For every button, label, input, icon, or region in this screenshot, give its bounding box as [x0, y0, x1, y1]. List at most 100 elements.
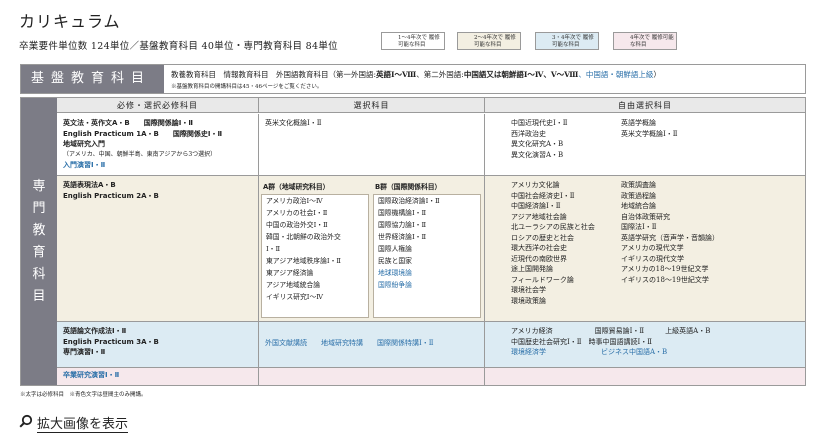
course-line: 地域研究入門 — [63, 140, 105, 148]
course-line: イギリスの現代文学 — [621, 254, 684, 263]
course-line: 異文化研究A・B — [511, 140, 564, 148]
course-line: ビジネス中国語A・B — [601, 348, 668, 356]
course-line: 入門演習Ⅰ・Ⅱ — [63, 161, 106, 169]
kiso-text-a: 教養教育科目 情報教育科目 外国語教育科目（第一外国語: — [171, 70, 377, 79]
group-b-title: B群（国際関係科目） — [375, 183, 442, 191]
course-line: 政策調査論 — [621, 181, 656, 189]
row1-required: 英文法・英作文A・B 国際関係論Ⅰ・Ⅱ English Practicum 1A… — [57, 114, 259, 176]
legend-4: 4年次で 履修可能な科目 — [613, 31, 677, 51]
footnote: ※太字は必修科目 ※青色文字は昼間主のみ開講。 — [20, 392, 147, 398]
course-line: 英語学研究（音声学・音韻論） — [621, 233, 719, 242]
legend-3: 3・4年次で 履修可能な科目 — [535, 31, 599, 51]
course-line: アメリカの18～19世紀文学 — [621, 265, 709, 273]
course-line: 政策過程論 — [621, 191, 656, 200]
senmon-table: 専 門 教 育 科 目 必修・選択必修科目 選択科目 自由選択科目 英文法・英作… — [20, 97, 806, 386]
course-line: 環境経済学 — [511, 348, 546, 356]
kiso-text-b: 英語Ⅰ～Ⅷ — [376, 70, 417, 79]
course-line: 環境政策論 — [511, 296, 546, 305]
header-required: 必修・選択必修科目 — [57, 98, 259, 113]
course-line: アメリカの現代文学 — [621, 244, 684, 252]
course-line: イギリスの18～19世紀文学 — [621, 275, 709, 284]
course-line: 英語表現法A・B — [63, 181, 116, 189]
course-line: English Practicum 2A・B — [63, 191, 159, 200]
course-line: フィールドワーク論 — [511, 275, 574, 284]
search-icon — [19, 414, 37, 432]
senmon-char: 目 — [32, 288, 46, 304]
course-line: 途上国開発論 — [511, 265, 553, 273]
row4-free — [485, 368, 805, 385]
course-line: 英米文学概論Ⅰ・Ⅱ — [621, 129, 678, 138]
senmon-char: 専 — [32, 178, 46, 194]
course-line: 国際協力論Ⅰ・Ⅱ — [378, 221, 427, 229]
course-line: ロシアの歴史と社会 — [511, 233, 574, 242]
kiso-label: 基盤教育科目 — [21, 65, 164, 93]
course-line: 地球環境論 — [378, 269, 412, 277]
row2-free: アメリカ文化論 中国社会経済史Ⅰ・Ⅱ 中国経済論Ⅰ・Ⅱ アジア地域社会論 北ユー… — [485, 176, 805, 322]
course-line: 卒業研究演習Ⅰ・Ⅱ — [63, 371, 120, 379]
course-line: 韓国・北朝鮮の政治外交 — [266, 233, 341, 241]
kiso-text-c: 、第二外国語: — [416, 70, 464, 79]
course-line: 国際人権論 — [378, 245, 412, 253]
course-line: 異文化演習A・B — [511, 150, 564, 159]
kiso-courses: 教養教育科目 情報教育科目 外国語教育科目（第一外国語:英語Ⅰ～Ⅷ、第二外国語:… — [171, 69, 661, 80]
row4-required: 卒業研究演習Ⅰ・Ⅱ — [57, 368, 259, 385]
zoom-label[interactable]: 拡大画像を表示 — [37, 413, 129, 433]
course-line: 英文法・英作文A・B 国際関係論Ⅰ・Ⅱ — [63, 119, 193, 127]
kiso-text-f: ） — [653, 70, 661, 79]
course-line: アメリカの社会Ⅰ・Ⅱ — [266, 209, 328, 217]
senmon-label: 専 門 教 育 科 目 — [21, 98, 57, 385]
course-line: アメリカ文化論 — [511, 181, 560, 189]
course-line: 国際紛争論 — [378, 281, 412, 289]
course-line: 英米文化概論Ⅰ・Ⅱ — [265, 119, 322, 127]
course-line: （アメリカ、中国、朝鮮半島、東南アジアから3つ選択） — [63, 150, 217, 158]
group-b-box: 国際政治経済論Ⅰ・Ⅱ 国際機構論Ⅰ・Ⅱ 国際協力論Ⅰ・Ⅱ 世界経済論Ⅰ・Ⅱ 国際… — [373, 194, 481, 318]
course-line: 東アジア経済論 — [266, 269, 314, 277]
course-line: 英語論文作成法Ⅰ・Ⅱ — [63, 327, 127, 335]
row3-elective: 外国文献講読 地域研究特講 国際関係特講Ⅰ・Ⅱ — [259, 322, 485, 368]
course-line: 自治体政策研究 — [621, 212, 670, 221]
row3-required: 英語論文作成法Ⅰ・Ⅱ English Practicum 3A・B 専門演習Ⅰ・… — [57, 322, 259, 368]
legend-swatch: 1～4年次で 履修可能な科目 — [381, 32, 445, 50]
course-line: アジア地域社会論 — [511, 212, 567, 221]
course-line: 専門演習Ⅰ・Ⅱ — [63, 348, 106, 356]
course-line: 中国社会経済史Ⅰ・Ⅱ — [511, 191, 575, 200]
kiso-section: 基盤教育科目 教養教育科目 情報教育科目 外国語教育科目（第一外国語:英語Ⅰ～Ⅷ… — [20, 64, 806, 94]
course-line: 東アジア地域秩序論Ⅰ・Ⅱ — [266, 257, 342, 265]
course-line: 国際政治経済論Ⅰ・Ⅱ — [378, 197, 440, 205]
course-line: 地域統合論 — [621, 202, 656, 210]
course-line: 国際法Ⅰ・Ⅱ — [621, 223, 657, 231]
row4-elective — [259, 368, 485, 385]
course-line: アジア地域統合論 — [266, 281, 321, 289]
course-line: Ⅰ・Ⅱ — [266, 245, 281, 253]
row1-free: 中国近現代史Ⅰ・Ⅱ 西洋政治史 異文化研究A・B 異文化演習A・B 英語学概論 … — [485, 114, 805, 176]
course-line: English Practicum 1A・B 国際関係史Ⅰ・Ⅱ — [63, 129, 223, 138]
kiso-note: ※基盤教育科目の開講科目は45・46ページをご覧ください。 — [171, 84, 323, 90]
course-line: English Practicum 3A・B — [63, 337, 159, 346]
row3-free: アメリカ経済 国際貿易論Ⅰ・Ⅱ 上級英語A・B 中国歴史社会研究Ⅰ・Ⅱ 時事中国… — [485, 322, 805, 368]
kiso-text-d: 中国語又は朝鮮語Ⅰ～Ⅳ、Ⅴ～Ⅷ — [463, 70, 579, 79]
course-line: アメリカ経済 国際貿易論Ⅰ・Ⅱ 上級英語A・B — [511, 327, 711, 335]
course-line: イギリス研究Ⅰ～Ⅳ — [266, 293, 324, 301]
group-a-box: アメリカ政治Ⅰ～Ⅳ アメリカの社会Ⅰ・Ⅱ 中国の政治外交Ⅰ・Ⅱ 韓国・北朝鮮の政… — [261, 194, 369, 318]
senmon-char: 育 — [32, 244, 46, 260]
legend-1: 1～4年次で 履修可能な科目 — [381, 31, 445, 51]
senmon-char: 教 — [32, 222, 46, 238]
course-line: 北ユーラシアの民族と社会 — [511, 223, 595, 231]
course-line: 環大西洋の社会史 — [511, 244, 567, 252]
course-line: 英語学概論 — [621, 119, 656, 127]
course-line: 近現代の南欧世界 — [511, 254, 567, 263]
group-a-title: A群（地域研究科目） — [263, 183, 330, 191]
legend-swatch: 3・4年次で 履修可能な科目 — [535, 32, 599, 50]
course-line: 中国の政治外交Ⅰ・Ⅱ — [266, 221, 328, 229]
course-line: 中国近現代史Ⅰ・Ⅱ — [511, 119, 568, 127]
course-line: 外国文献講読 地域研究特講 国際関係特講Ⅰ・Ⅱ — [265, 339, 434, 347]
header-free: 自由選択科目 — [485, 98, 805, 113]
kiso-text-e: 、中国語・朝鮮語上級 — [578, 70, 654, 79]
zoom-link[interactable]: 拡大画像を表示 — [19, 413, 129, 433]
course-line: アメリカ政治Ⅰ～Ⅳ — [266, 197, 323, 205]
row2-elective: A群（地域研究科目） アメリカ政治Ⅰ～Ⅳ アメリカの社会Ⅰ・Ⅱ 中国の政治外交Ⅰ… — [259, 176, 485, 322]
course-line: 環境社会学 — [511, 286, 546, 294]
header-elective: 選択科目 — [259, 98, 485, 113]
legend-2: 2～4年次で 履修可能な科目 — [457, 31, 521, 51]
row2-required: 英語表現法A・B English Practicum 2A・B — [57, 176, 259, 322]
